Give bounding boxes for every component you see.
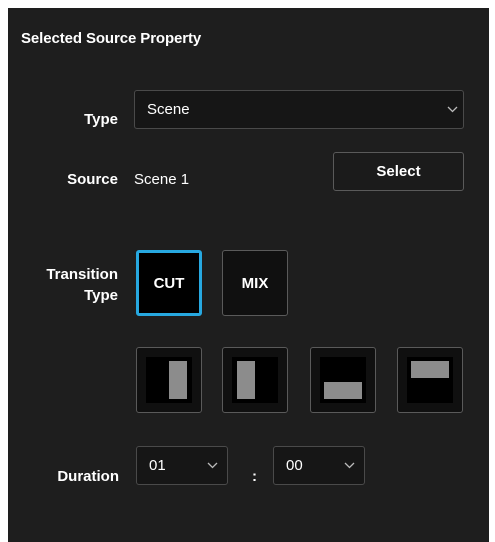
wipe-horizontal-top-icon bbox=[407, 357, 453, 403]
duration-separator: : bbox=[252, 468, 257, 485]
duration-frames-value: 00 bbox=[286, 457, 303, 474]
mix-button-label: MIX bbox=[241, 274, 269, 292]
wipe-vertical-left-icon bbox=[232, 357, 278, 403]
mix-button[interactable]: MIX bbox=[222, 250, 288, 316]
type-dropdown-value: Scene bbox=[147, 101, 190, 118]
transition-type-label: Transition Type bbox=[22, 264, 118, 306]
wipe-horizontal-bottom-button[interactable] bbox=[310, 347, 376, 413]
duration-seconds-value: 01 bbox=[149, 457, 166, 474]
duration-seconds-dropdown[interactable]: 01 bbox=[136, 446, 228, 485]
source-value: Scene 1 bbox=[134, 171, 190, 188]
chevron-down-icon bbox=[197, 447, 227, 484]
panel-title: Selected Source Property bbox=[21, 30, 202, 47]
chevron-down-icon bbox=[334, 447, 364, 484]
transition-type-label-line1: Transition bbox=[46, 266, 118, 283]
duration-frames-dropdown[interactable]: 00 bbox=[273, 446, 365, 485]
type-label: Type bbox=[84, 111, 118, 128]
wipe-horizontal-bottom-icon bbox=[320, 357, 366, 403]
cut-button-label: CUT bbox=[153, 274, 185, 292]
wipe-vertical-right-icon bbox=[146, 357, 192, 403]
transition-type-label-line2: Type bbox=[84, 287, 118, 304]
cut-button[interactable]: CUT bbox=[136, 250, 202, 316]
duration-label: Duration bbox=[57, 468, 119, 485]
wipe-horizontal-top-button[interactable] bbox=[397, 347, 463, 413]
selected-source-property-panel: Selected Source Property Type Scene Sour… bbox=[8, 8, 489, 542]
chevron-down-icon bbox=[441, 91, 463, 128]
source-label: Source bbox=[67, 171, 118, 188]
select-button[interactable]: Select bbox=[333, 152, 464, 191]
wipe-vertical-right-button[interactable] bbox=[136, 347, 202, 413]
type-dropdown[interactable]: Scene bbox=[134, 90, 464, 129]
wipe-vertical-left-button[interactable] bbox=[222, 347, 288, 413]
